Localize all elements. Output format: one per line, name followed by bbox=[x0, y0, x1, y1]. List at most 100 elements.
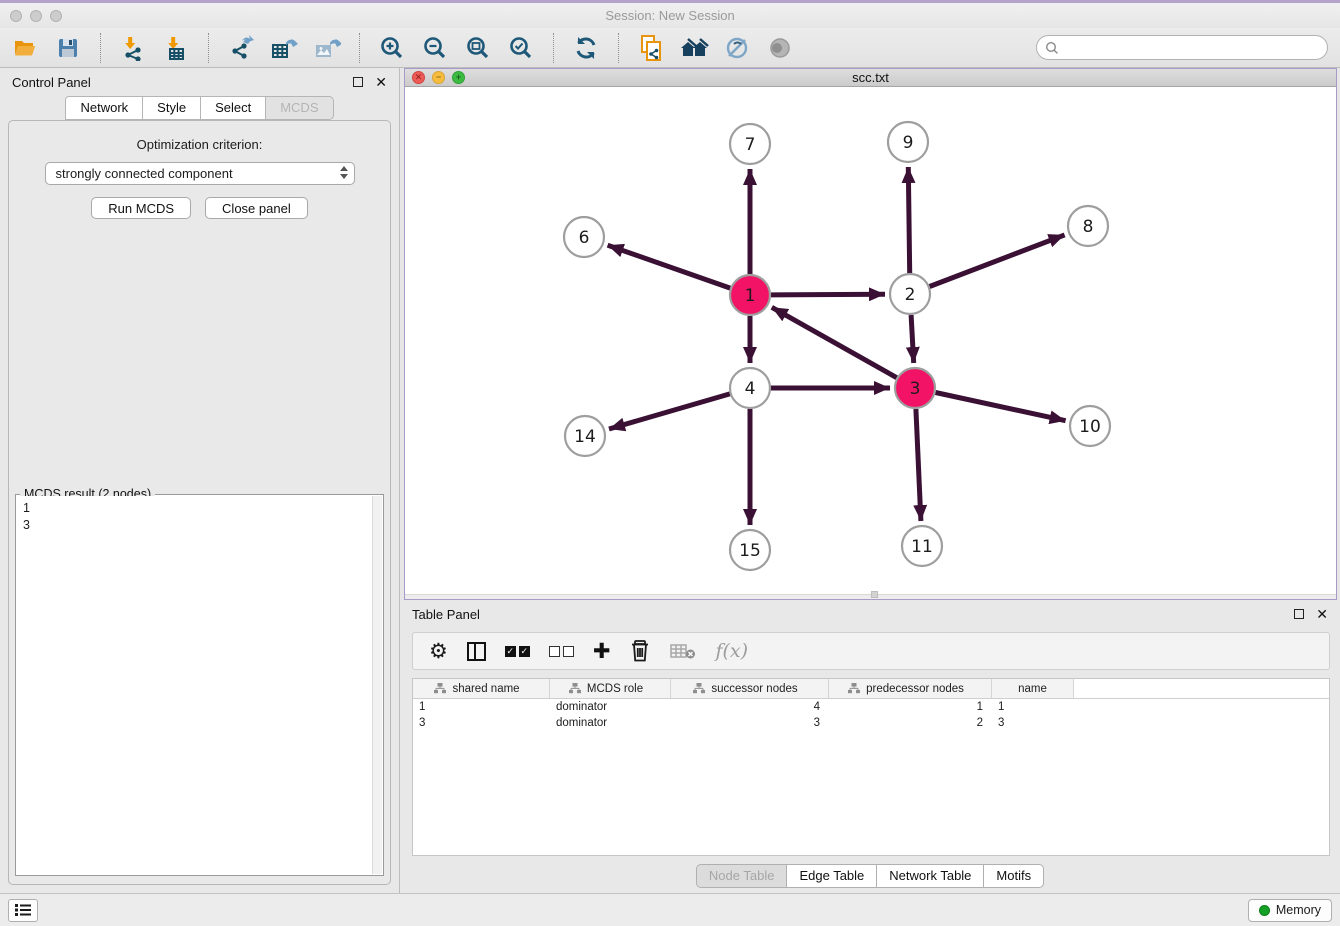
node-4[interactable]: 4 bbox=[730, 368, 770, 408]
cell-predecessor-nodes[interactable]: 2 bbox=[829, 717, 992, 729]
edge-2-9[interactable] bbox=[908, 167, 909, 273]
open-file-icon[interactable] bbox=[10, 33, 40, 63]
edge-2-8[interactable] bbox=[930, 235, 1065, 287]
svg-text:9: 9 bbox=[903, 133, 914, 153]
hierarchy-icon bbox=[569, 683, 581, 694]
delete-column-icon[interactable] bbox=[629, 638, 651, 664]
tab-node-table[interactable]: Node Table bbox=[696, 864, 788, 888]
export-table-icon[interactable] bbox=[269, 33, 299, 63]
hierarchy-icon bbox=[848, 683, 860, 694]
app-title: Session: New Session bbox=[0, 8, 1340, 23]
network-window-titlebar[interactable]: ✕ − + scc.txt bbox=[405, 69, 1336, 87]
search-input[interactable] bbox=[1064, 41, 1319, 55]
close-table-panel-icon[interactable]: ✕ bbox=[1316, 609, 1328, 619]
mcds-result-box: MCDS result (2 nodes) 1 3 bbox=[15, 494, 384, 876]
tab-style[interactable]: Style bbox=[143, 96, 201, 120]
node-1[interactable]: 1 bbox=[730, 275, 770, 315]
cell-shared-name[interactable]: 3 bbox=[413, 717, 550, 729]
main-toolbar bbox=[0, 28, 1340, 68]
style-off-icon[interactable] bbox=[722, 33, 752, 63]
import-table-file-icon[interactable] bbox=[161, 33, 191, 63]
float-panel-icon[interactable] bbox=[353, 77, 363, 87]
edge-3-11[interactable] bbox=[916, 409, 921, 521]
search-box[interactable] bbox=[1036, 35, 1328, 60]
apply-layout-icon[interactable] bbox=[571, 33, 601, 63]
mcds-result-text[interactable]: 1 3 bbox=[17, 496, 372, 874]
eye-icon[interactable] bbox=[765, 33, 795, 63]
svg-text:14: 14 bbox=[574, 427, 596, 447]
tab-edge-table[interactable]: Edge Table bbox=[787, 864, 877, 888]
edge-4-14[interactable] bbox=[609, 394, 730, 429]
close-panel-icon[interactable]: ✕ bbox=[375, 77, 387, 87]
table-row[interactable]: 3dominator323 bbox=[413, 715, 1329, 731]
cell-predecessor-nodes[interactable]: 1 bbox=[829, 701, 992, 713]
optimization-criterion-label: Optimization criterion: bbox=[9, 137, 390, 152]
export-network-icon[interactable] bbox=[226, 33, 256, 63]
svg-text:7: 7 bbox=[745, 135, 756, 155]
node-table: shared nameMCDS rolesuccessor nodesprede… bbox=[412, 678, 1330, 856]
float-table-panel-icon[interactable] bbox=[1294, 609, 1304, 619]
save-session-icon[interactable] bbox=[53, 33, 83, 63]
node-14[interactable]: 14 bbox=[565, 416, 605, 456]
svg-text:4: 4 bbox=[745, 379, 756, 399]
edge-2-3[interactable] bbox=[911, 315, 914, 363]
memory-button[interactable]: Memory bbox=[1248, 899, 1332, 922]
node-15[interactable]: 15 bbox=[730, 530, 770, 570]
column-header-predecessor-nodes[interactable]: predecessor nodes bbox=[829, 679, 992, 698]
edge-3-10[interactable] bbox=[936, 392, 1066, 420]
settings-gear-icon[interactable]: ⚙ bbox=[429, 638, 448, 664]
edge-1-2[interactable] bbox=[771, 294, 885, 295]
clone-network-icon[interactable] bbox=[636, 33, 666, 63]
node-9[interactable]: 9 bbox=[888, 122, 928, 162]
svg-text:3: 3 bbox=[910, 379, 921, 399]
network-canvas[interactable]: 7 9 6 8 1 2 4 3 14 10 15 11 bbox=[405, 87, 1336, 594]
node-2[interactable]: 2 bbox=[890, 274, 930, 314]
cell-successor-nodes[interactable]: 3 bbox=[671, 717, 829, 729]
node-8[interactable]: 8 bbox=[1068, 206, 1108, 246]
node-3[interactable]: 3 bbox=[895, 368, 935, 408]
cell-successor-nodes[interactable]: 4 bbox=[671, 701, 829, 713]
zoom-fit-icon[interactable] bbox=[463, 33, 493, 63]
zoom-out-icon[interactable] bbox=[420, 33, 450, 63]
node-11[interactable]: 11 bbox=[902, 526, 942, 566]
tab-select[interactable]: Select bbox=[201, 96, 266, 120]
optimization-criterion-select[interactable]: strongly connected component bbox=[45, 162, 355, 185]
tab-network[interactable]: Network bbox=[65, 96, 143, 120]
toolbar-separator bbox=[208, 33, 209, 63]
close-panel-button[interactable]: Close panel bbox=[205, 197, 308, 219]
add-column-icon[interactable]: ✚ bbox=[593, 638, 611, 664]
column-header-MCDS-role[interactable]: MCDS role bbox=[550, 679, 671, 698]
column-header-successor-nodes[interactable]: successor nodes bbox=[671, 679, 829, 698]
export-image-icon[interactable] bbox=[312, 33, 342, 63]
tab-network-table[interactable]: Network Table bbox=[877, 864, 984, 888]
split-panel-icon[interactable] bbox=[467, 638, 486, 664]
node-10[interactable]: 10 bbox=[1070, 406, 1110, 446]
cell-shared-name[interactable]: 1 bbox=[413, 701, 550, 713]
deselect-all-columns-icon[interactable] bbox=[549, 638, 574, 664]
zoom-selected-icon[interactable] bbox=[506, 33, 536, 63]
memory-status-icon bbox=[1259, 905, 1270, 916]
hierarchy-icon bbox=[434, 683, 446, 694]
column-header-shared-name[interactable]: shared name bbox=[413, 679, 550, 698]
tab-mcds[interactable]: MCDS bbox=[266, 96, 333, 120]
cell-name[interactable]: 1 bbox=[992, 701, 1074, 713]
canvas-resize-grip[interactable] bbox=[871, 591, 878, 598]
run-mcds-button[interactable]: Run MCDS bbox=[91, 197, 191, 219]
select-all-columns-icon[interactable]: ✓✓ bbox=[505, 638, 530, 664]
edge-1-6[interactable] bbox=[608, 245, 731, 288]
cell-MCDS-role[interactable]: dominator bbox=[550, 717, 671, 729]
node-7[interactable]: 7 bbox=[730, 124, 770, 164]
table-row[interactable]: 1dominator411 bbox=[413, 699, 1329, 715]
cell-name[interactable]: 3 bbox=[992, 717, 1074, 729]
zoom-in-icon[interactable] bbox=[377, 33, 407, 63]
cell-MCDS-role[interactable]: dominator bbox=[550, 701, 671, 713]
column-header-name[interactable]: name bbox=[992, 679, 1074, 698]
home-icon[interactable] bbox=[679, 33, 709, 63]
task-history-button[interactable] bbox=[8, 899, 38, 922]
edge-3-1[interactable] bbox=[772, 307, 897, 377]
node-6[interactable]: 6 bbox=[564, 217, 604, 257]
result-scrollbar[interactable] bbox=[372, 496, 382, 874]
import-network-file-icon[interactable] bbox=[118, 33, 148, 63]
tab-motifs[interactable]: Motifs bbox=[984, 864, 1044, 888]
toolbar-separator bbox=[553, 33, 554, 63]
